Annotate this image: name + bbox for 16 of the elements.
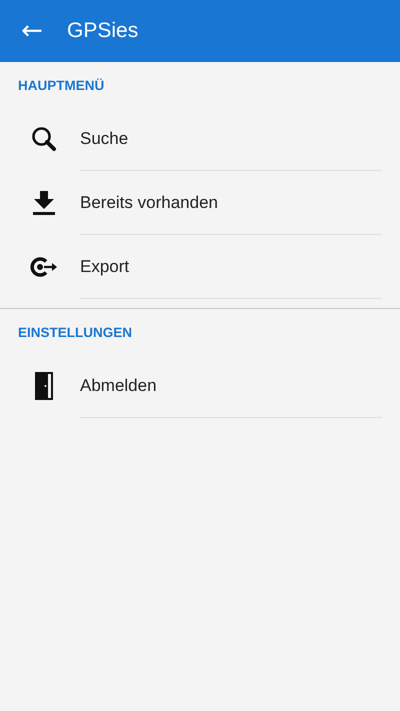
door-icon <box>34 371 54 401</box>
section-header: HAUPTMENÜ <box>17 77 106 95</box>
search-icon <box>31 126 57 152</box>
menu-item-label: Suche <box>80 128 128 148</box>
download-icon <box>32 190 56 216</box>
menu-item-label: Abmelden <box>80 376 157 396</box>
back-button[interactable]: ← <box>0 7 64 55</box>
menu-item-label: Export <box>80 256 130 276</box>
app-title: GPSies <box>67 19 138 43</box>
section-header: EINSTELLUNGEN <box>17 324 134 342</box>
menu-item-label: Bereits vorhanden <box>80 192 218 212</box>
menu-item[interactable]: Suche <box>0 107 400 171</box>
menu-item[interactable]: Export <box>0 235 400 299</box>
menu-item[interactable]: Bereits vorhanden <box>0 171 400 235</box>
menu-item[interactable]: Abmelden <box>0 354 400 418</box>
export-icon <box>30 256 58 278</box>
